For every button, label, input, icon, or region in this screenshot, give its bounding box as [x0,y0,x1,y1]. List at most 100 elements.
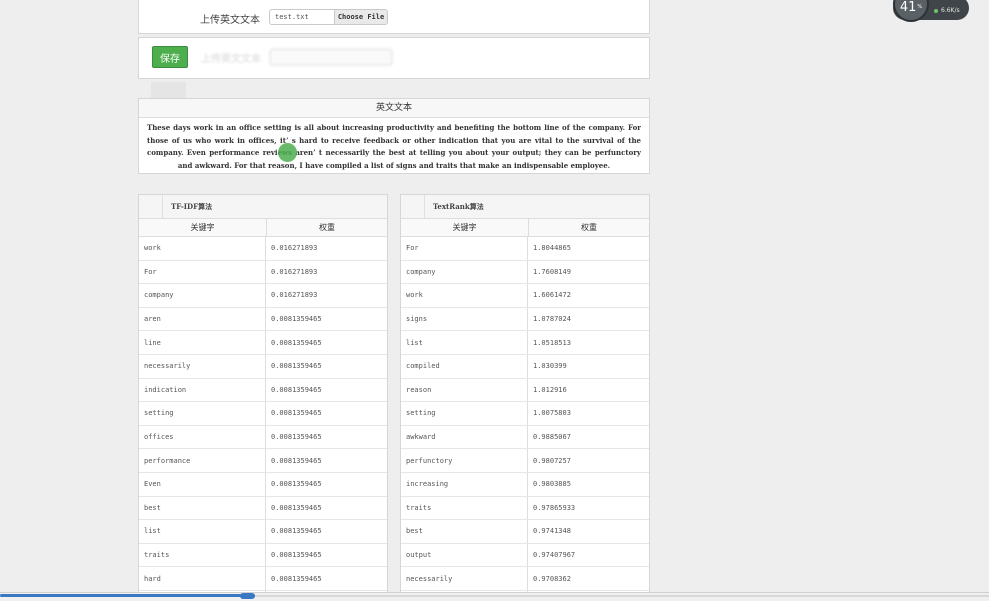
keyword-cell: setting [401,402,528,425]
weight-cell: 0.016271893 [271,244,318,253]
file-input[interactable]: test.txt Choose File [269,9,388,25]
keyword-cell: list [139,520,266,543]
save-button[interactable]: 保存 [152,46,188,68]
keyword-cell: necessarily [401,567,528,590]
keyword-cell: Even [139,472,266,496]
weight-cell: 1.0518513 [533,338,571,347]
table-row: output 0.97407967 [401,543,649,568]
table-row: work 1.6061472 [401,284,649,308]
weight-cell: 0.0081359465 [271,551,322,560]
table-row: line 0.0081359465 [139,331,387,355]
keyword-cell: company [139,284,266,307]
weight-cell: 0.97407967 [533,551,576,560]
mouse-cursor-highlight [278,143,297,162]
keyword-cell: awkward [401,425,528,449]
english-text-panel: 英文文本 These days work in an office settin… [138,98,650,174]
table-row: necessarily 0.0081359465 [139,354,387,379]
tfidf-col-weight: 权重 [319,223,335,232]
keyword-cell: reason [401,378,528,402]
table-row: compiled 1.030399 [401,354,649,379]
weight-cell: 0.9803885 [533,480,571,489]
textrank-rows: For 1.8044865 company 1.7608149 work 1.606147… [401,237,649,601]
scrollbar-handle[interactable] [240,593,255,599]
weight-cell: 0.0081359465 [271,574,322,583]
table-row: Even 0.0081359465 [139,472,387,497]
tfidf-header: TF-IDF算法 [139,195,387,219]
english-text-title: 英文文本 [139,99,649,118]
weight-cell: 0.0081359465 [271,385,322,394]
choose-file-button[interactable]: Choose File [334,10,387,24]
table-row: hard 0.0081359465 [139,567,387,591]
keyword-cell: list [401,331,528,354]
weight-cell: 0.9807257 [533,456,571,465]
keyword-cell: traits [139,543,266,567]
textrank-header: TextRank算法 [401,195,649,219]
weight-cell: 0.0081359465 [271,433,322,442]
table-row: setting 0.0081359465 [139,402,387,426]
weight-cell: 0.0081359465 [271,409,322,418]
file-name: test.txt [275,13,309,21]
table-row: increasing 0.9803885 [401,472,649,497]
tfidf-col-keyword: 关键字 [139,219,267,236]
table-row: aren 0.0081359465 [139,307,387,332]
weight-cell: 0.97865933 [533,503,576,512]
speed-rate: 6.6K/s [941,7,960,14]
weight-cell: 1.0075803 [533,409,571,418]
keyword-cell: For [139,260,266,284]
tfidf-rows: work 0.016271893 For 0.016271893 company 0.01… [139,237,387,601]
tfidf-title: TF-IDF算法 [171,201,213,211]
table-row: list 0.0081359465 [139,520,387,544]
weight-cell: 0.0081359465 [271,362,322,371]
weight-cell: 0.9885067 [533,433,571,442]
keyword-cell: perfunctory [401,449,528,472]
keyword-cell: line [139,331,266,354]
speed-percent: 41 [899,0,917,15]
table-row: awkward 0.9885067 [401,425,649,450]
horizontal-scrollbar[interactable] [0,592,989,601]
table-row: best 0.9741348 [401,520,649,544]
ghost-upload-label: 上传英文文本 [201,54,261,65]
keyword-cell: setting [139,402,266,425]
tfidf-header-cell [139,195,163,218]
keyword-cell: indication [139,378,266,402]
english-text-body: These days work in an office setting is … [147,123,641,170]
weight-cell: 1.030399 [533,362,567,371]
textrank-table-panel: TextRank算法 关键字 权重 For 1.8044865 company 1.7… [400,194,650,601]
weight-cell: 0.0081359465 [271,456,322,465]
weight-cell: 0.9708362 [533,574,571,583]
weight-cell: 0.016271893 [271,267,318,276]
keyword-cell: work [401,284,528,307]
upload-label: 上传英文文本 [200,15,260,26]
textrank-title: TextRank算法 [433,201,484,211]
table-row: company 0.016271893 [139,284,387,308]
page: 上传英文文本 test.txt Choose File 保存 上传英文文本 英文… [0,0,989,601]
keyword-cell: best [139,496,266,520]
table-row: necessarily 0.9708362 [401,567,649,591]
table-row: best 0.0081359465 [139,496,387,521]
table-row: list 1.0518513 [401,331,649,355]
table-row: setting 1.0075803 [401,402,649,426]
table-row: performance 0.0081359465 [139,449,387,473]
textrank-column-headers: 关键字 权重 [401,219,649,237]
weight-cell: 1.012916 [533,385,567,394]
weight-cell: 0.0081359465 [271,338,322,347]
ghost-box [151,82,186,99]
keyword-cell: performance [139,449,266,472]
table-row: work 0.016271893 [139,237,387,261]
table-row: perfunctory 0.9807257 [401,449,649,473]
weight-cell: 0.0081359465 [271,315,322,324]
weight-cell: 1.7608149 [533,267,571,276]
keyword-cell: compiled [401,354,528,378]
tfidf-column-headers: 关键字 权重 [139,219,387,237]
weight-cell: 0.9741348 [533,527,571,536]
keyword-cell: hard [139,567,266,590]
tfidf-table-panel: TF-IDF算法 关键字 权重 work 0.016271893 For 0.0162… [138,194,388,601]
scrollbar-thumb[interactable] [0,594,255,597]
keyword-cell: necessarily [139,354,266,378]
table-row: traits 0.97865933 [401,496,649,521]
weight-cell: 0.016271893 [271,291,318,300]
keyword-cell: increasing [401,472,528,496]
weight-cell: 0.0081359465 [271,480,322,489]
table-row: company 1.7608149 [401,260,649,285]
keyword-cell: traits [401,496,528,520]
